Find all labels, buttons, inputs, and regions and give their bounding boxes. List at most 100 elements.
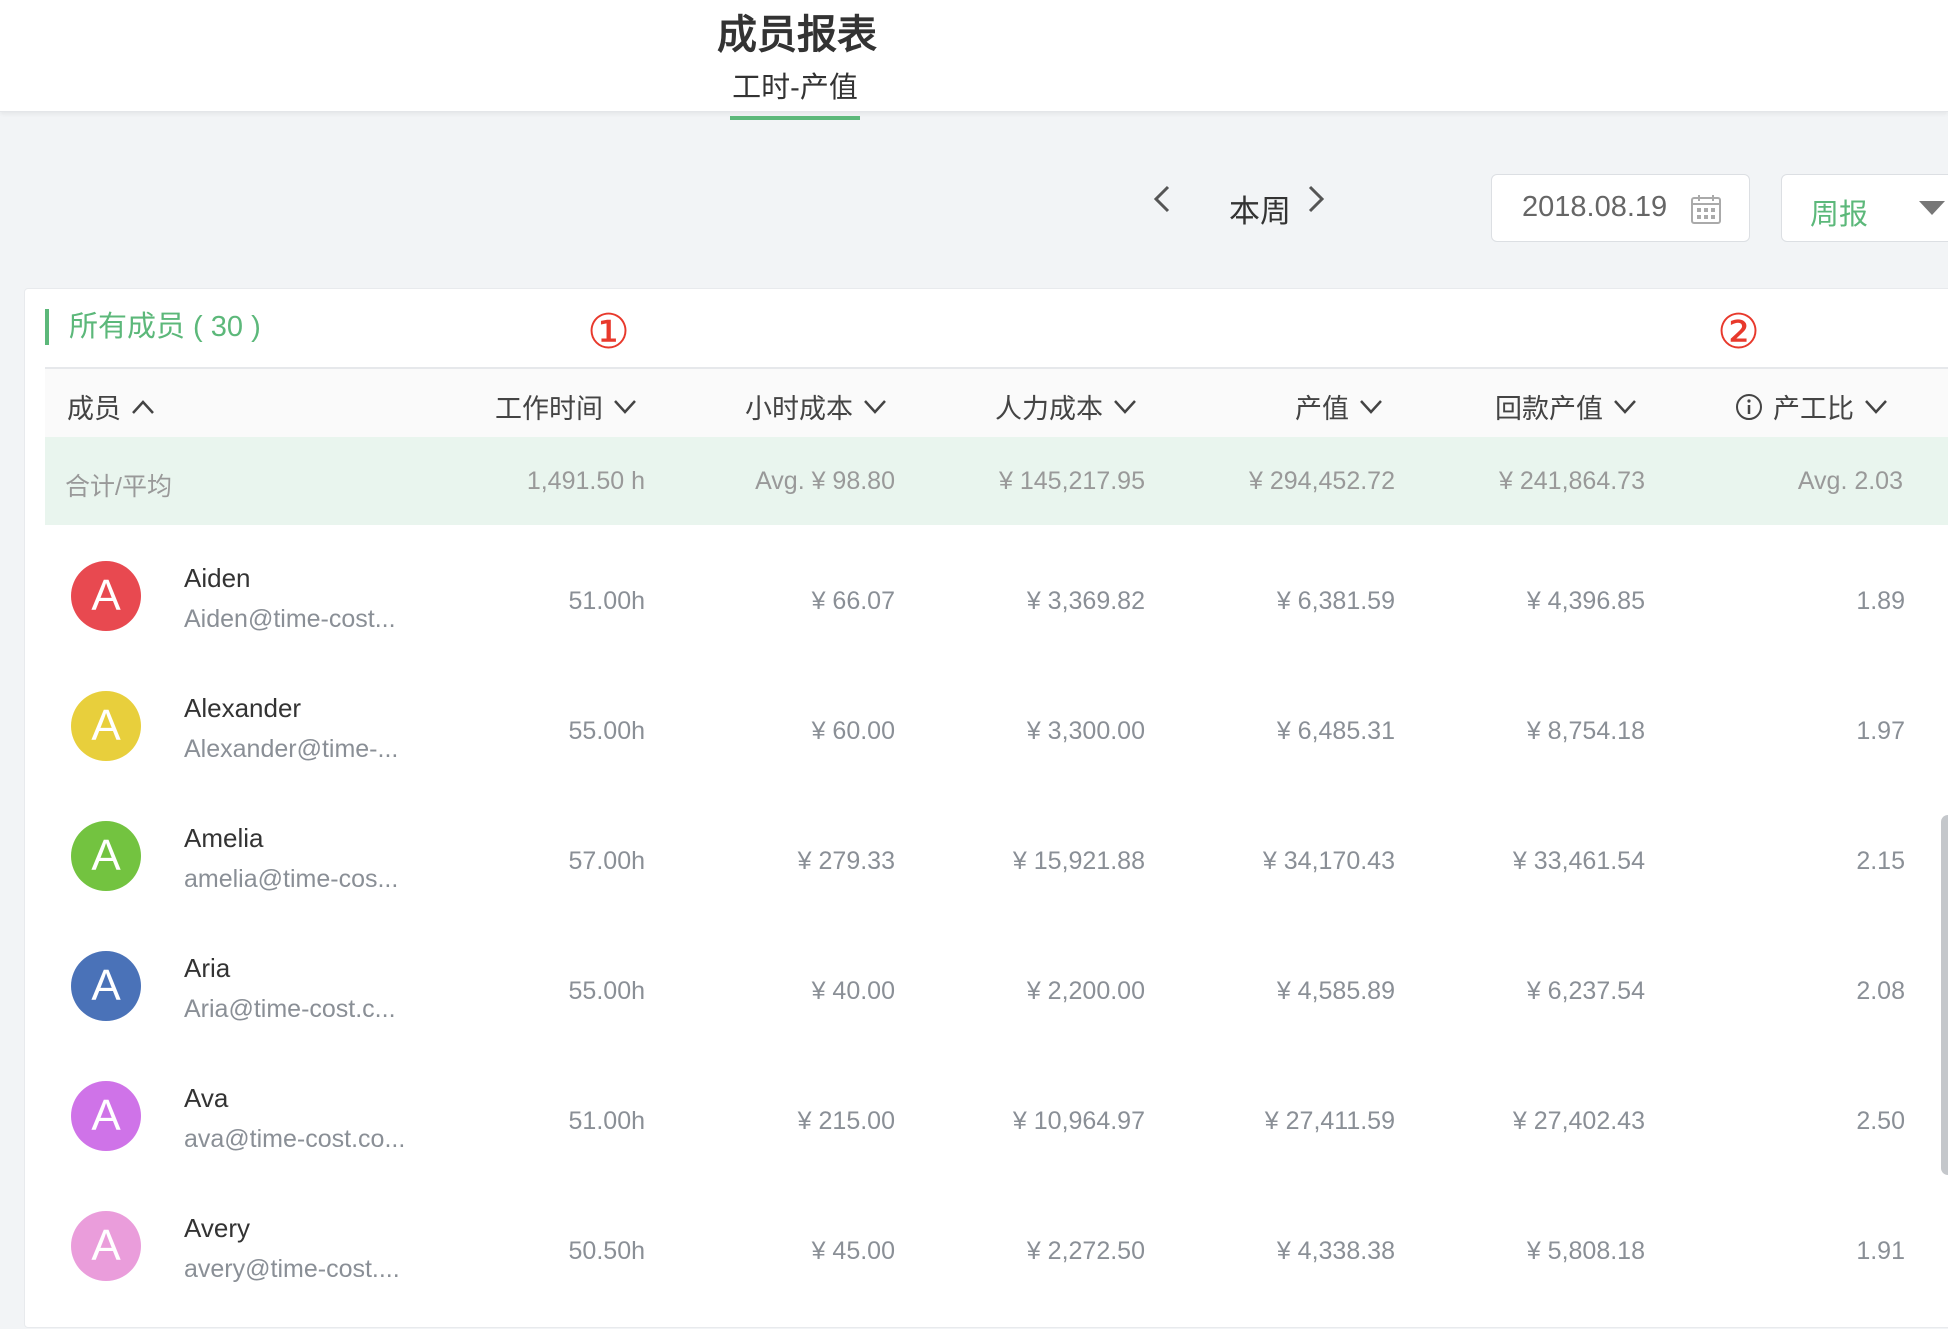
column-labor-cost[interactable]: 人力成本 xyxy=(995,387,1137,426)
table-row[interactable]: A Aiden Aiden@time-cost... 51.00h ¥ 66.0… xyxy=(45,525,1935,655)
prev-period-button[interactable] xyxy=(1152,184,1172,223)
page-title: 成员报表 xyxy=(717,13,877,57)
hourly-cost-cell: ¥ 215.00 xyxy=(797,1107,895,1135)
avatar: A xyxy=(71,821,141,891)
table-scrollbar[interactable] xyxy=(1941,815,1948,1175)
chevron-right-icon xyxy=(1306,184,1326,222)
member-list: A Aiden Aiden@time-cost... 51.00h ¥ 66.0… xyxy=(45,525,1935,1329)
avatar: A xyxy=(71,951,141,1021)
caret-down-icon xyxy=(1919,201,1945,215)
ratio-cell: 1.97 xyxy=(1856,717,1905,745)
output-cell: ¥ 6,381.59 xyxy=(1276,587,1395,615)
member-email: Alexander@time-... xyxy=(184,735,399,763)
hourly-cost-cell: ¥ 60.00 xyxy=(811,717,895,745)
table-row[interactable]: A Ava ava@time-cost.co... 51.00h ¥ 215.0… xyxy=(45,1045,1935,1175)
table-row[interactable]: A Alexander Alexander@time-... 55.00h ¥ … xyxy=(45,655,1935,785)
collected-output-cell: ¥ 6,237.54 xyxy=(1526,977,1645,1005)
summary-label: 合计/平均 xyxy=(65,473,172,501)
collected-output-cell: ¥ 8,754.18 xyxy=(1526,717,1645,745)
column-output[interactable]: 产值 xyxy=(1295,387,1383,426)
period-label: 本周 xyxy=(1229,194,1291,229)
column-hourly-cost[interactable]: 小时成本 xyxy=(745,387,887,426)
ratio-cell: 2.50 xyxy=(1856,1107,1905,1135)
hours-cell: 50.50h xyxy=(568,1237,645,1265)
members-card: 所有成员 ( 30 ) ① ② 成员 工作时间 小时成本 人力成本 产值 回款产… xyxy=(24,288,1948,1328)
hours-cell: 55.00h xyxy=(568,717,645,745)
labor-cost-cell: ¥ 2,272.50 xyxy=(1026,1237,1145,1265)
table-row[interactable]: A Avery avery@time-cost.... 50.50h ¥ 45.… xyxy=(45,1175,1935,1305)
member-name: Alexander xyxy=(184,693,302,723)
avatar: A xyxy=(71,561,141,631)
summary-row: 合计/平均 1,491.50 h Avg. ¥ 98.80 ¥ 145,217.… xyxy=(45,437,1948,525)
ratio-cell: 2.15 xyxy=(1856,847,1905,875)
collected-output-cell: ¥ 5,808.18 xyxy=(1526,1237,1645,1265)
member-email: ava@time-cost.co... xyxy=(184,1125,406,1153)
summary-ratio: Avg. 2.03 xyxy=(1797,467,1903,495)
table-row[interactable]: A Aria Aria@time-cost.c... 55.00h ¥ 40.0… xyxy=(45,915,1935,1045)
member-email: amelia@time-cos... xyxy=(184,865,399,893)
member-name: Amelia xyxy=(184,823,264,853)
table-header: 成员 工作时间 小时成本 人力成本 产值 回款产值 产工比 xyxy=(45,367,1948,437)
output-cell: ¥ 27,411.59 xyxy=(1264,1107,1395,1135)
hours-cell: 55.00h xyxy=(568,977,645,1005)
table-row[interactable]: A Amelia amelia@time-cos... 57.00h ¥ 279… xyxy=(45,785,1935,915)
hourly-cost-cell: ¥ 40.00 xyxy=(811,977,895,1005)
member-name: Aiden xyxy=(184,563,251,593)
annotation-marker-2: ② xyxy=(1717,306,1761,359)
annotation-marker-1: ① xyxy=(587,306,631,359)
hours-cell: 51.00h xyxy=(568,1107,645,1135)
labor-cost-cell: ¥ 3,300.00 xyxy=(1026,717,1145,745)
column-hours[interactable]: 工作时间 xyxy=(495,387,637,426)
labor-cost-cell: ¥ 15,921.88 xyxy=(1012,847,1145,875)
collected-output-cell: ¥ 33,461.54 xyxy=(1512,847,1645,875)
collected-output-cell: ¥ 27,402.43 xyxy=(1512,1107,1645,1135)
output-cell: ¥ 4,585.89 xyxy=(1276,977,1395,1005)
member-name: Ava xyxy=(184,1083,229,1113)
labor-cost-cell: ¥ 3,369.82 xyxy=(1026,587,1145,615)
next-period-button[interactable] xyxy=(1306,184,1326,223)
member-name: Avery xyxy=(184,1213,250,1243)
ratio-cell: 2.08 xyxy=(1856,977,1905,1005)
collected-output-cell: ¥ 4,396.85 xyxy=(1526,587,1645,615)
chevron-down-icon xyxy=(1360,399,1382,414)
column-member[interactable]: 成员 xyxy=(67,387,155,426)
member-email: Aria@time-cost.c... xyxy=(184,995,396,1023)
hours-cell: 57.00h xyxy=(568,847,645,875)
summary-collected-output: ¥ 241,864.73 xyxy=(1499,467,1645,495)
chevron-up-icon xyxy=(132,399,154,414)
date-value: 2018.08.19 xyxy=(1522,191,1668,223)
avatar: A xyxy=(71,1081,141,1151)
hours-cell: 51.00h xyxy=(568,587,645,615)
column-collected-output[interactable]: 回款产值 xyxy=(1495,387,1637,426)
ratio-cell: 1.89 xyxy=(1856,587,1905,615)
labor-cost-cell: ¥ 10,964.97 xyxy=(1012,1107,1145,1135)
summary-hours: 1,491.50 h xyxy=(526,467,645,495)
member-email: Aiden@time-cost... xyxy=(184,605,396,633)
info-icon[interactable] xyxy=(1735,393,1763,421)
hourly-cost-cell: ¥ 66.07 xyxy=(811,587,895,615)
tab-hours-output[interactable]: 工时-产值 xyxy=(730,64,860,120)
report-type-select[interactable]: 周报 xyxy=(1781,174,1948,242)
calendar-icon xyxy=(1690,193,1722,230)
summary-hourly-cost: Avg. ¥ 98.80 xyxy=(755,467,895,495)
hourly-cost-cell: ¥ 45.00 xyxy=(811,1237,895,1265)
chevron-down-icon xyxy=(614,399,636,414)
avatar: A xyxy=(71,1211,141,1281)
top-bar: 成员报表 工时-产值 xyxy=(0,0,1948,120)
chevron-down-icon xyxy=(1114,399,1136,414)
ratio-cell: 1.91 xyxy=(1856,1237,1905,1265)
column-output-ratio[interactable]: 产工比 xyxy=(1735,387,1888,426)
date-picker[interactable]: 2018.08.19 xyxy=(1491,174,1750,242)
labor-cost-cell: ¥ 2,200.00 xyxy=(1026,977,1145,1005)
avatar: A xyxy=(71,691,141,761)
output-cell: ¥ 4,338.38 xyxy=(1276,1237,1395,1265)
hourly-cost-cell: ¥ 279.33 xyxy=(797,847,895,875)
output-cell: ¥ 34,170.43 xyxy=(1262,847,1395,875)
member-email: avery@time-cost.... xyxy=(184,1255,400,1283)
output-cell: ¥ 6,485.31 xyxy=(1276,717,1395,745)
card-title: 所有成员 ( 30 ) xyxy=(45,309,261,345)
member-name: Aria xyxy=(184,953,231,983)
chevron-down-icon xyxy=(1865,399,1887,414)
report-type-value: 周报 xyxy=(1810,199,1869,231)
chevron-down-icon xyxy=(1614,399,1636,414)
